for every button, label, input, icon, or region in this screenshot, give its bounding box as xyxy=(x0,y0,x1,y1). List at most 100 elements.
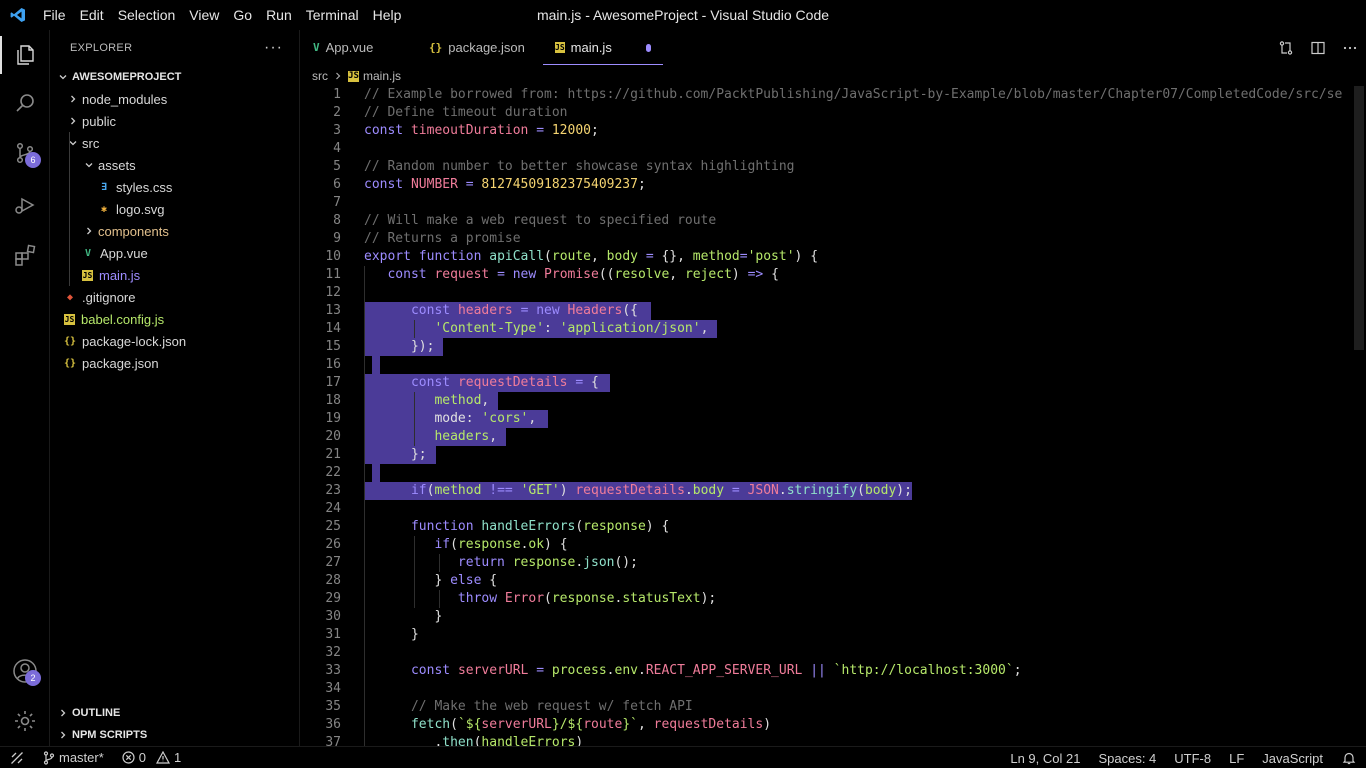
problems-status[interactable]: 0 1 xyxy=(113,747,190,768)
css-file-icon: ∃ xyxy=(100,181,108,193)
js-file-icon: JS xyxy=(555,42,565,53)
menu-help[interactable]: Help xyxy=(366,0,409,30)
run-debug-icon[interactable] xyxy=(0,182,50,228)
menu-file[interactable]: File xyxy=(36,0,73,30)
code-editor[interactable]: 1 // Example borrowed from: https://githu… xyxy=(301,86,1366,746)
line-number: 37 xyxy=(325,735,341,746)
explorer-title: EXPLORER xyxy=(70,42,133,54)
extensions-icon[interactable] xyxy=(0,232,50,278)
line-number: 25 xyxy=(325,519,341,534)
tab-main-js[interactable]: JS main.js xyxy=(543,30,663,65)
tree-item-styles-css[interactable]: ∃ styles.css xyxy=(50,176,299,198)
vue-file-icon: V xyxy=(313,41,320,54)
chevron-right-icon xyxy=(56,706,70,720)
menu-go[interactable]: Go xyxy=(226,0,259,30)
code-line: } else { xyxy=(434,573,498,588)
search-icon[interactable] xyxy=(0,80,50,126)
chevron-right-icon xyxy=(333,71,343,81)
npm-scripts-section[interactable]: NPM SCRIPTS xyxy=(50,724,299,746)
code-line: // Example borrowed from: https://github… xyxy=(364,87,1343,102)
tab-label: package.json xyxy=(448,40,525,55)
tab-package-json[interactable]: {} package.json xyxy=(417,30,543,65)
tree-item-logo-svg[interactable]: ✱ logo.svg xyxy=(50,198,299,220)
branch-status[interactable]: master* xyxy=(34,747,113,768)
line-number: 34 xyxy=(325,681,341,696)
tree-item-app-vue[interactable]: V App.vue xyxy=(50,242,299,264)
menu-view[interactable]: View xyxy=(182,0,226,30)
chevron-down-icon xyxy=(56,70,70,84)
tree-item-babel-config[interactable]: JS babel.config.js xyxy=(50,308,299,330)
menu-terminal[interactable]: Terminal xyxy=(299,0,366,30)
editor-scrollbar[interactable] xyxy=(1352,86,1366,746)
scrollbar-thumb[interactable] xyxy=(1354,86,1364,350)
tree-item-package-lock[interactable]: {} package-lock.json xyxy=(50,330,299,352)
tree-item-label: styles.css xyxy=(116,179,173,195)
tree-item-package-json[interactable]: {} package.json xyxy=(50,352,299,374)
tree-item-src[interactable]: src xyxy=(50,132,299,154)
tree-item-main-js[interactable]: JS main.js xyxy=(50,264,299,286)
code-line: 'Content-Type': 'application/json', xyxy=(434,321,709,336)
outline-title: OUTLINE xyxy=(72,707,121,719)
account-icon[interactable]: 2 xyxy=(0,648,50,694)
line-number: 20 xyxy=(325,429,341,444)
code-line: fetch(`${serverURL}/${route}`, requestDe… xyxy=(410,717,772,732)
warning-count: 1 xyxy=(174,750,182,765)
code-line: }); xyxy=(410,339,435,354)
tree-item-node-modules[interactable]: node_modules xyxy=(50,88,299,110)
code-line: export function apiCall(route, body = {}… xyxy=(364,249,819,264)
tree-item-gitignore[interactable]: ◆ .gitignore xyxy=(50,286,299,308)
menu-edit[interactable]: Edit xyxy=(73,0,111,30)
unsaved-dot-icon[interactable] xyxy=(645,43,651,52)
language-mode[interactable]: JavaScript xyxy=(1253,747,1332,768)
vscode-logo-icon xyxy=(0,0,36,30)
tree-item-label: package-lock.json xyxy=(82,333,187,349)
notifications-bell-icon[interactable] xyxy=(1332,747,1366,768)
menu-selection[interactable]: Selection xyxy=(111,0,183,30)
settings-gear-icon[interactable] xyxy=(0,698,50,744)
svg-file-icon: ✱ xyxy=(100,203,108,215)
eol-status[interactable]: LF xyxy=(1220,747,1253,768)
line-number: 29 xyxy=(325,591,341,606)
code-line: if(response.ok) { xyxy=(434,537,568,552)
project-name: AWESOMEPROJECT xyxy=(72,71,182,83)
more-actions-icon[interactable] xyxy=(1334,40,1366,56)
tab-app-vue[interactable]: V App.vue xyxy=(301,30,417,65)
line-number: 8 xyxy=(333,213,341,228)
menu-run[interactable]: Run xyxy=(259,0,299,30)
line-number: 4 xyxy=(333,141,341,156)
line-number: 28 xyxy=(325,573,341,588)
breadcrumb-folder[interactable]: src xyxy=(312,69,328,83)
code-line: const serverURL = process.env.REACT_APP_… xyxy=(410,663,1022,678)
tree-item-public[interactable]: public xyxy=(50,110,299,132)
line-number: 19 xyxy=(325,411,341,426)
line-number: 11 xyxy=(325,267,341,282)
compare-changes-icon[interactable] xyxy=(1270,40,1302,56)
tree-item-components[interactable]: components xyxy=(50,220,299,242)
indentation-status[interactable]: Spaces: 4 xyxy=(1089,747,1165,768)
more-actions-icon[interactable]: ··· xyxy=(264,39,283,57)
tree-item-label: node_modules xyxy=(82,91,168,107)
status-bar: master* 0 1 Ln 9, Col 21 Spaces: 4 UTF-8… xyxy=(0,746,1366,768)
line-number: 6 xyxy=(333,177,341,192)
line-number: 15 xyxy=(325,339,341,354)
source-control-icon[interactable]: 6 xyxy=(0,130,50,176)
outline-section[interactable]: OUTLINE xyxy=(50,702,299,724)
line-number: 35 xyxy=(325,699,341,714)
encoding-status[interactable]: UTF-8 xyxy=(1165,747,1220,768)
line-number: 10 xyxy=(325,249,341,264)
cursor-position[interactable]: Ln 9, Col 21 xyxy=(1001,747,1089,768)
line-number: 23 xyxy=(325,483,341,498)
code-line: // Will make a web request to specified … xyxy=(364,213,717,228)
split-editor-icon[interactable] xyxy=(1302,40,1334,56)
js-file-icon: JS xyxy=(348,70,359,82)
project-folder-header[interactable]: AWESOMEPROJECT xyxy=(50,66,299,88)
menu-bar: File Edit Selection View Go Run Terminal… xyxy=(36,0,408,30)
tree-item-label: main.js xyxy=(99,267,141,283)
remote-icon[interactable] xyxy=(0,747,34,768)
code-line: throw Error(response.statusText); xyxy=(457,591,717,606)
tree-item-assets[interactable]: assets xyxy=(50,154,299,176)
breadcrumb-file[interactable]: main.js xyxy=(363,69,401,83)
code-line: const headers = new Headers({ xyxy=(410,303,638,318)
explorer-icon[interactable] xyxy=(0,32,50,78)
editor-actions xyxy=(1270,30,1366,65)
